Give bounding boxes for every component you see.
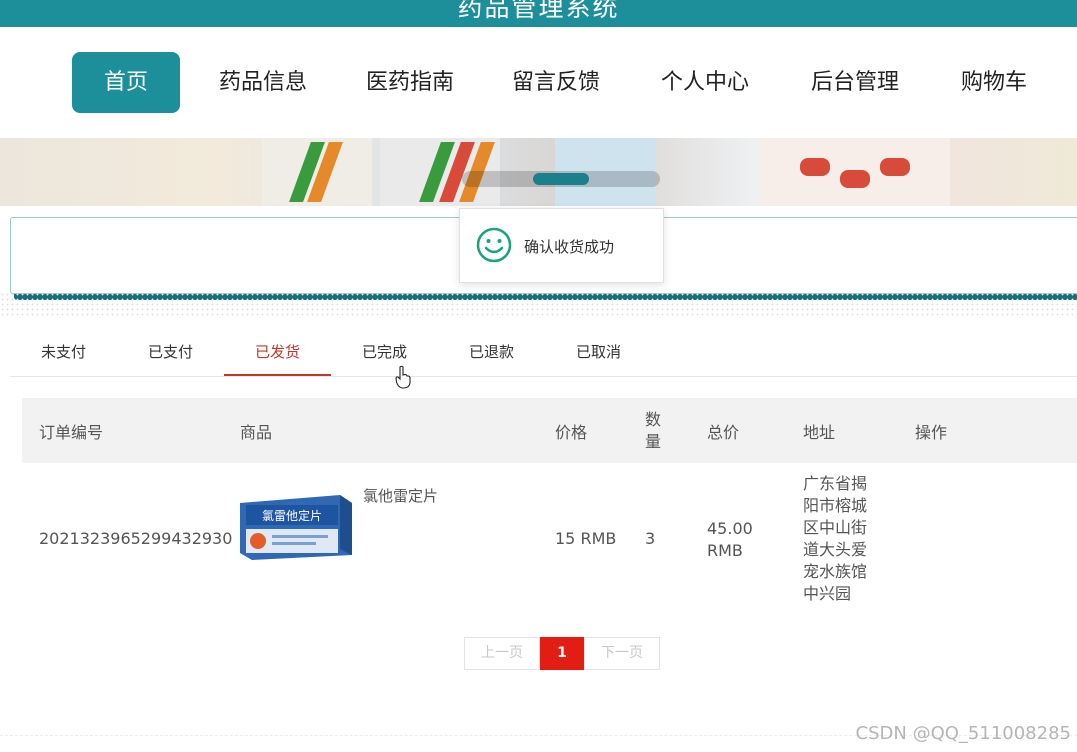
nav-item-medical-guide[interactable]: 医药指南: [356, 52, 464, 113]
banner-pill: [880, 158, 910, 176]
nav-item-cart[interactable]: 购物车: [950, 52, 1038, 113]
nav-item-home[interactable]: 首页: [72, 52, 180, 113]
delivery-address: 广东省揭阳市榕城区中山街道大头爱宠水族馆中兴园: [803, 474, 868, 603]
product-image-label: 氯雷他定片: [262, 508, 322, 523]
product-qty: 3: [645, 529, 656, 548]
banner-pill: [840, 170, 870, 188]
success-toast: 确认收货成功: [459, 208, 664, 283]
header-product: 商品: [240, 422, 273, 442]
nav-item-feedback[interactable]: 留言反馈: [502, 52, 610, 113]
carousel-indicator-active[interactable]: [533, 173, 589, 185]
table-header: 订单编号 商品 价格 数量 总价 地址 操作: [22, 398, 1077, 463]
order-total: 45.00 RMB: [707, 519, 753, 560]
dotted-separator: [0, 292, 1077, 316]
top-header-bar: 药品管理系统: [0, 0, 1077, 27]
tab-unpaid[interactable]: 未支付: [10, 330, 117, 374]
smile-icon: [476, 227, 512, 263]
site-title: 药品管理系统: [457, 0, 620, 22]
header-action: 操作: [915, 422, 948, 442]
tab-paid[interactable]: 已支付: [117, 330, 224, 374]
product-image[interactable]: 氯雷他定片: [240, 495, 352, 560]
header-total: 总价: [707, 422, 740, 442]
main-nav: 首页 药品信息 医药指南 留言反馈 个人中心 后台管理 购物车: [0, 28, 1077, 138]
toast-message: 确认收货成功: [524, 238, 615, 256]
tab-refunded[interactable]: 已退款: [438, 330, 545, 374]
pagination: 上一页 1 下一页: [464, 637, 660, 670]
watermark: CSDN @QQ_511008285: [855, 723, 1071, 744]
header-address: 地址: [803, 422, 836, 442]
header-qty: 数量: [645, 409, 662, 451]
nav-item-drug-info[interactable]: 药品信息: [209, 52, 317, 113]
order-status-tabs: 未支付 已支付 已发货 已完成 已退款 已取消: [10, 330, 1077, 377]
current-page-button[interactable]: 1: [540, 637, 584, 670]
header-order-no: 订单编号: [39, 422, 104, 442]
header-price: 价格: [555, 422, 588, 442]
banner-pill: [800, 158, 830, 176]
nav-item-personal-center[interactable]: 个人中心: [651, 52, 759, 113]
prev-page-button[interactable]: 上一页: [464, 637, 540, 670]
tab-shipped[interactable]: 已发货: [224, 330, 331, 376]
next-page-button[interactable]: 下一页: [584, 637, 660, 670]
banner-carousel[interactable]: [0, 138, 1077, 206]
tab-cancelled[interactable]: 已取消: [545, 330, 652, 374]
tab-completed[interactable]: 已完成: [331, 330, 438, 374]
hand-cursor-icon: [395, 365, 411, 389]
product-price: 15 RMB: [555, 529, 617, 548]
order-number: 2021323965299432930: [39, 529, 233, 548]
nav-item-admin[interactable]: 后台管理: [801, 52, 909, 113]
product-name[interactable]: 氯他雷定片: [363, 485, 438, 506]
